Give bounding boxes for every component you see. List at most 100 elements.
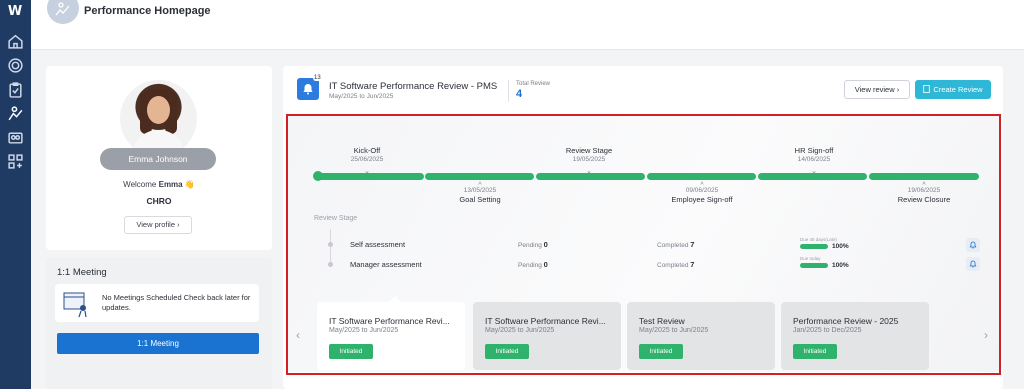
milestone-date: 09/06/2025 (685, 187, 719, 194)
milestone-label: Goal Setting (459, 195, 501, 204)
stage-row-pending: Pending 0 (518, 240, 548, 249)
milestone-label: Review Stage (565, 146, 613, 155)
welcome-prefix: Welcome (123, 180, 157, 189)
timeline-segment (425, 173, 534, 180)
milestone-review-closure: 19/06/2025 Review Closure (879, 187, 969, 204)
carousel-next-icon[interactable]: › (984, 328, 988, 342)
timeline-segment (758, 173, 867, 180)
create-review-label: Create Review (933, 85, 983, 94)
clipboard-icon[interactable] (7, 81, 24, 98)
stage-dot (328, 242, 333, 247)
due-label: Due 45 days(Late) (800, 237, 838, 242)
create-review-button[interactable]: Create Review (915, 80, 991, 99)
status-badge: Initiated (639, 344, 683, 359)
completed-value: 7 (690, 260, 695, 269)
welcome-text: Welcome Emma 👋 (46, 180, 272, 189)
milestone-label: HR Sign-off (794, 146, 834, 155)
progress-bar (800, 263, 828, 268)
pending-value: 0 (543, 260, 548, 269)
progress-bar (800, 244, 828, 249)
stage-dot (328, 262, 333, 267)
progress-value: 100% (832, 243, 849, 250)
completed-label: Completed (657, 262, 689, 269)
timeline-segment (869, 173, 979, 180)
review-card-item[interactable]: Performance Review - 2025 Jan/2025 to De… (781, 302, 929, 370)
status-badge: Initiated (485, 344, 529, 359)
profile-name: Emma Johnson (100, 148, 216, 170)
pending-label: Pending (518, 262, 542, 269)
stage-row-name: Self assessment (350, 240, 406, 249)
milestone-employee-signoff: 09/06/2025 Employee Sign-off (657, 187, 747, 204)
status-badge: Initiated (329, 344, 373, 359)
milestone-date: 19/06/2025 (907, 187, 941, 194)
chevron-right-icon: › (896, 85, 900, 94)
view-profile-label: View profile (136, 220, 176, 229)
welcome-name: Emma (158, 180, 183, 189)
profile-photo (120, 80, 197, 157)
page-avatar-icon (47, 0, 79, 24)
timeline-segment (317, 173, 424, 180)
timeline-segment (647, 173, 756, 180)
reminder-bell-icon[interactable] (966, 238, 980, 252)
performance-icon[interactable] (7, 105, 24, 122)
meeting-button[interactable]: 1:1 Meeting (57, 333, 259, 354)
total-review-value: 4 (516, 88, 523, 100)
completed-label: Completed (657, 242, 689, 249)
milestone-label: Kick-Off (353, 146, 381, 155)
milestone-date: 25/06/2025 (350, 156, 384, 163)
milestone-hr-signoff: HR Sign-off 14/06/2025 (774, 146, 854, 163)
notification-count: 13 (313, 75, 322, 81)
total-review-label: Total Review (516, 81, 551, 87)
notification-bell-icon[interactable]: 13 (297, 75, 322, 100)
review-card-dates: Jan/2025 to Dec/2025 (793, 327, 862, 334)
timeline-segment (536, 173, 645, 180)
view-profile-button[interactable]: View profile › (124, 216, 192, 234)
milestone-review-stage: Review Stage 19/05/2025 (549, 146, 629, 163)
stage-row-pending: Pending 0 (518, 260, 548, 269)
stage-row-completed: Completed 7 (657, 260, 694, 269)
view-review-button[interactable]: View review › (844, 80, 910, 99)
review-dates: May/2025 to Jun/2025 (329, 93, 394, 100)
nav-rail: W (0, 0, 31, 389)
profile-role: CHRO (146, 196, 172, 206)
review-stage-label: Review Stage (314, 215, 358, 222)
meeting-card: 1:1 Meeting No Meetings Scheduled Check … (46, 257, 272, 389)
review-card-item[interactable]: IT Software Performance Revi... May/2025… (317, 302, 465, 370)
completed-value: 7 (690, 240, 695, 249)
app-logo[interactable]: W (5, 5, 25, 19)
document-icon (923, 85, 931, 93)
review-card-title: Performance Review - 2025 (793, 316, 899, 326)
profile-card: Emma Johnson Welcome Emma 👋 CHRO View pr… (46, 66, 272, 250)
meeting-empty-state: No Meetings Scheduled Check back later f… (55, 284, 259, 322)
calendar-illustration-icon (63, 292, 87, 318)
review-card-item[interactable]: IT Software Performance Revi... May/2025… (473, 302, 621, 370)
milestone-date: 14/06/2025 (797, 156, 831, 163)
meeting-empty-text: No Meetings Scheduled Check back later f… (102, 293, 251, 312)
pending-value: 0 (543, 240, 548, 249)
review-card-dates: May/2025 to Jun/2025 (329, 327, 399, 334)
review-card-title: IT Software Performance Revi... (329, 316, 450, 326)
stage-connector (330, 229, 331, 265)
view-review-label: View review (854, 85, 895, 94)
review-card-item[interactable]: Test Review May/2025 to Jun/2025 Initiat… (627, 302, 775, 370)
status-badge: Initiated (793, 344, 837, 359)
milestone-label: Employee Sign-off (671, 195, 733, 204)
review-card-title: Test Review (639, 316, 685, 326)
page-title: Performance Homepage (84, 5, 211, 17)
review-card-dates: May/2025 to Jun/2025 (639, 327, 709, 334)
milestone-date: 19/05/2025 (572, 156, 606, 163)
users-icon[interactable] (7, 129, 24, 146)
home-icon[interactable] (7, 33, 24, 50)
review-title: IT Software Performance Review - PMS (329, 81, 498, 92)
milestone-goal-setting: 13/05/2025 Goal Setting (435, 187, 525, 204)
milestone-date: 13/05/2025 (463, 187, 497, 194)
carousel-prev-icon[interactable]: ‹ (296, 328, 300, 342)
target-icon[interactable] (7, 57, 24, 74)
pending-label: Pending (518, 242, 542, 249)
milestone-label: Review Closure (897, 195, 951, 204)
stage-row-completed: Completed 7 (657, 240, 694, 249)
apps-icon[interactable] (7, 153, 24, 170)
review-card-dates: May/2025 to Jun/2025 (485, 327, 555, 334)
review-card-title: IT Software Performance Revi... (485, 316, 606, 326)
reminder-bell-icon[interactable] (966, 257, 980, 271)
